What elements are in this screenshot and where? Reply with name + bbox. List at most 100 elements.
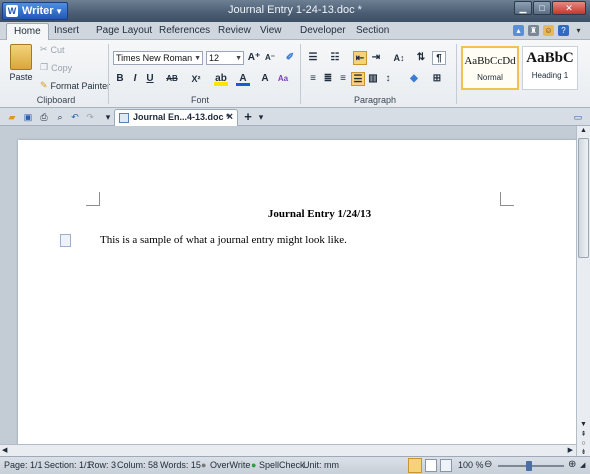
chevron-down-icon: ▼	[194, 55, 201, 62]
outline-view-icon[interactable]	[425, 459, 437, 472]
format-painter-button[interactable]: ✎ Format Painter	[40, 80, 110, 91]
customize-toolbar-icon[interactable]: ▾	[102, 111, 114, 123]
decrease-indent-icon[interactable]: ⇤	[353, 51, 367, 65]
numbering-icon[interactable]: ☷	[328, 51, 342, 65]
user-icon[interactable]: ☺	[543, 25, 554, 36]
bold-button[interactable]: B	[113, 72, 127, 86]
increase-indent-icon[interactable]: ⇥	[369, 51, 383, 65]
minimize-button[interactable]: ▁	[514, 1, 532, 15]
font-group-label: Font	[190, 95, 209, 105]
font-color-icon[interactable]: A	[236, 72, 250, 86]
copy-button[interactable]: ❐ Copy	[40, 62, 72, 73]
open-icon[interactable]: ▰	[6, 111, 18, 123]
horizontal-scrollbar[interactable]: ◀ ▶	[0, 444, 576, 456]
shading-icon[interactable]: ◆	[407, 72, 421, 86]
distribute-icon[interactable]: ▥	[366, 72, 380, 86]
undo-icon[interactable]: ↶	[69, 111, 81, 123]
clear-format-icon[interactable]: ✐	[283, 51, 297, 65]
tab-references[interactable]: References	[159, 25, 210, 36]
scroll-up-icon[interactable]: ▲	[577, 126, 590, 136]
align-center-icon[interactable]: ≣	[321, 72, 335, 86]
justify-icon[interactable]: ☰	[351, 72, 365, 86]
superscript-button[interactable]: X²	[188, 72, 204, 86]
show-marks-icon[interactable]: ¶	[432, 51, 446, 65]
tab-menu-icon[interactable]: ▾	[255, 111, 267, 123]
style-heading-name: Heading 1	[531, 71, 569, 80]
margin-mark	[500, 192, 514, 206]
new-tab-button[interactable]: +	[242, 110, 254, 123]
menu-bar: Home Insert Page Layout References Revie…	[0, 22, 590, 40]
close-tab-button[interactable]: ×	[227, 110, 233, 125]
document-page[interactable]: Journal Entry 1/24/13 This is a sample o…	[18, 140, 576, 456]
save-icon[interactable]: ▣	[22, 111, 34, 123]
highlight-icon[interactable]: ab	[214, 72, 228, 86]
quick-access-toolbar: ▰ ▣ ⎙ ⌕ ↶ ↷ ▾ Journal En...4-13.doc * × …	[0, 108, 590, 126]
pane-toggle-icon[interactable]: ▭	[572, 111, 584, 123]
document-tab[interactable]: Journal En...4-13.doc * ×	[114, 109, 238, 126]
phonetic-guide-button[interactable]: Aa	[276, 72, 290, 86]
grow-font-icon[interactable]: A⁺	[247, 51, 261, 65]
maximize-button[interactable]: □	[533, 1, 551, 15]
scroll-left-icon[interactable]: ◀	[2, 446, 7, 454]
tab-review[interactable]: Review	[218, 25, 251, 36]
shirt-icon[interactable]: ♜	[528, 25, 539, 36]
italic-button[interactable]: I	[128, 72, 142, 86]
tab-home[interactable]: Home	[6, 23, 49, 40]
web-view-icon[interactable]	[440, 459, 452, 472]
align-left-icon[interactable]: ≡	[306, 72, 320, 86]
sort-icon[interactable]: ⇅	[414, 51, 428, 65]
align-right-icon[interactable]: ≡	[336, 72, 350, 86]
line-spacing-icon[interactable]: ↕	[381, 72, 395, 86]
select-browse-icon[interactable]: ○	[577, 440, 590, 447]
paste-button[interactable]: Paste	[6, 44, 36, 82]
cut-button[interactable]: ✂ Cut	[40, 44, 65, 55]
font-size-select[interactable]: 12 ▼	[206, 51, 244, 65]
tab-page-layout[interactable]: Page Layout	[96, 25, 152, 36]
print-icon[interactable]: ⎙	[38, 111, 50, 123]
close-button[interactable]: ✕	[552, 1, 586, 15]
copy-label: Copy	[51, 62, 73, 73]
tab-developer[interactable]: Developer	[300, 25, 346, 36]
divider	[300, 44, 301, 104]
vertical-scrollbar[interactable]: ▲ ▼ ⇞ ○ ⇟	[576, 126, 590, 456]
text-direction-icon[interactable]: A↕	[392, 51, 406, 65]
tab-view[interactable]: View	[260, 25, 282, 36]
zoom-slider-thumb[interactable]	[526, 461, 532, 471]
zoom-slider[interactable]	[498, 461, 564, 471]
help-icon[interactable]: ?	[558, 25, 569, 36]
borders-icon[interactable]: ⊞	[430, 72, 444, 86]
document-body: This is a sample of what a journal entry…	[100, 234, 347, 246]
tab-insert[interactable]: Insert	[54, 25, 79, 36]
strikethrough-button[interactable]: AB	[164, 72, 180, 86]
font-name-select[interactable]: Times New Roman ▼	[113, 51, 203, 65]
shrink-font-icon[interactable]: A⁻	[263, 51, 277, 65]
tab-section[interactable]: Section	[356, 25, 389, 36]
scroll-thumb[interactable]	[578, 138, 589, 258]
margin-mark	[86, 192, 100, 206]
zoom-out-icon[interactable]: ⊖	[484, 459, 492, 470]
chevron-down-icon[interactable]: ▾	[573, 25, 584, 36]
scissors-icon: ✂	[40, 44, 48, 54]
prev-page-icon[interactable]: ⇞	[577, 430, 590, 438]
bullets-icon[interactable]: ☰	[306, 51, 320, 65]
zoom-level[interactable]: 100 %	[458, 460, 484, 470]
next-page-icon[interactable]: ⇟	[577, 448, 590, 456]
zoom-in-icon[interactable]: ⊕	[568, 459, 576, 470]
char-shading-button[interactable]: A	[258, 72, 272, 86]
style-heading-1[interactable]: AaBbC Heading 1	[522, 46, 578, 90]
paste-label: Paste	[9, 72, 33, 82]
print-preview-icon[interactable]: ⌕	[54, 111, 66, 123]
scroll-right-icon[interactable]: ▶	[568, 446, 573, 454]
chevron-down-icon: ▼	[235, 55, 242, 62]
status-spellcheck[interactable]: SpellCheck	[259, 460, 305, 470]
status-overwrite[interactable]: OverWrite	[210, 460, 250, 470]
style-normal[interactable]: AaBbCcDd Normal	[461, 46, 519, 90]
resize-grip-icon[interactable]: ◢	[580, 461, 585, 469]
expand-icon[interactable]: ▴	[513, 25, 524, 36]
scroll-down-icon[interactable]: ▼	[577, 421, 590, 428]
page-view-icon[interactable]	[408, 458, 422, 473]
redo-icon[interactable]: ↷	[84, 111, 96, 123]
copy-icon: ❐	[40, 62, 49, 72]
paragraph-icon	[60, 234, 71, 247]
underline-button[interactable]: U	[143, 72, 157, 86]
